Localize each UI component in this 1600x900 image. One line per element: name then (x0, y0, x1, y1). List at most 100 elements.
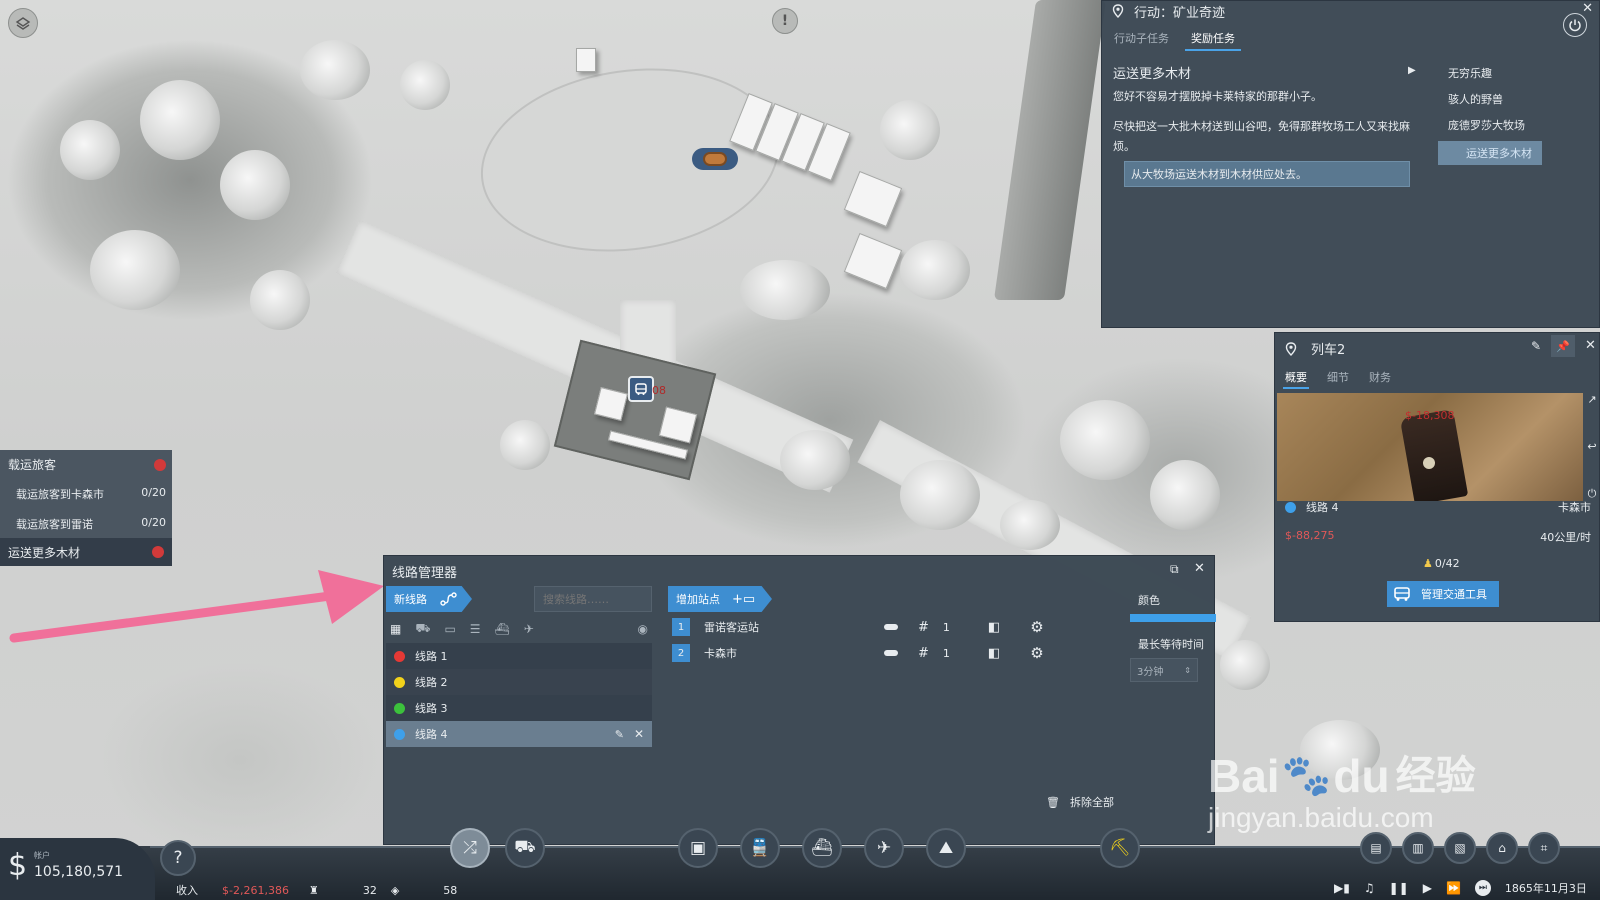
stop-row[interactable]: 2 卡森市 # 1 ◧ ⚙ (672, 641, 1070, 665)
log-cargo-marker[interactable] (692, 148, 738, 170)
line-name: 线路 1 (415, 650, 448, 663)
side-quest-item[interactable]: 无穷乐趣 (1438, 61, 1548, 87)
bus-icon (1394, 587, 1410, 601)
split-view-icon[interactable]: ◧ (988, 620, 1000, 635)
play-icon[interactable]: ▶ (1423, 881, 1432, 895)
vehicle-close-icon[interactable]: ✕ (1585, 338, 1596, 353)
rotate-icon[interactable]: ↗ (1587, 393, 1596, 406)
air-tool-button[interactable]: ✈ (864, 828, 904, 868)
follow-icon[interactable]: ↩ (1587, 440, 1596, 453)
line-list-item[interactable]: 线路 3 (386, 695, 652, 721)
split-view-icon[interactable]: ◧ (988, 646, 1000, 661)
tracker-footer-row[interactable]: 运送更多木材 (0, 538, 172, 566)
vehicle-profit: $-88,275 (1285, 529, 1335, 542)
side-quest-item-selected[interactable]: 运送更多木材 (1438, 141, 1542, 165)
delete-line-icon[interactable]: ✕ (634, 727, 644, 741)
pin-icon: 📌 (1556, 339, 1570, 353)
side-quest-item[interactable]: 庞德罗莎大牧场 (1438, 113, 1548, 139)
vehicle-header: 列车2 (1285, 339, 1345, 358)
airplane-icon: ✈ (876, 838, 892, 858)
stop-handle-icon[interactable] (884, 624, 898, 630)
ranch-yard (468, 49, 792, 271)
edit-pencil-icon[interactable]: ✎ (615, 728, 624, 741)
stop-settings-icon[interactable]: ⚙ (1030, 644, 1043, 662)
map-layers-button[interactable] (8, 8, 38, 38)
max-wait-select[interactable]: 3分钟 ⇕ (1130, 658, 1198, 682)
music-icon[interactable]: ♫ (1364, 881, 1375, 895)
quest-panel-header: 行动：矿业奇迹 (1112, 1, 1225, 21)
search-lines-input[interactable] (543, 593, 643, 606)
snow-tree (220, 150, 290, 220)
tab-details[interactable]: 细节 (1325, 367, 1351, 389)
tab-overview[interactable]: 概要 (1283, 367, 1309, 389)
snow-tree (140, 80, 220, 160)
water-tool-button[interactable]: ⛴ (802, 828, 842, 868)
bulldozer-tool-button[interactable]: ⛏ (1100, 828, 1140, 868)
line-list-item-selected[interactable]: 线路 4 ✎ ✕ (386, 721, 652, 747)
airplane-filter-icon[interactable]: ✈ (524, 622, 534, 636)
line-color-dot (394, 676, 405, 688)
fast-forward-icon[interactable]: ⏩ (1446, 881, 1461, 895)
side-quest-item[interactable]: 骇人的野兽 (1438, 87, 1548, 113)
tracker-remove-icon[interactable] (152, 546, 164, 558)
quest-power-button[interactable] (1563, 13, 1587, 37)
eye-icon[interactable]: ◉ (638, 622, 648, 636)
tram-filter-icon[interactable]: ▭ (444, 622, 455, 636)
shuffle-route-icon: ⤮ (463, 838, 477, 858)
tracker-header-row[interactable]: 载运旅客 (8, 456, 166, 473)
road-vehicle-filter-icon[interactable]: ⛟ (415, 621, 430, 637)
tracker-item-row[interactable]: 载运旅客到雷诺 0/20 (16, 516, 166, 532)
location-pin-icon (1112, 4, 1124, 18)
stop-settings-icon[interactable]: ⚙ (1030, 618, 1043, 636)
vehicle-line-name[interactable]: 线路 4 (1306, 499, 1339, 515)
terrain-tool-button[interactable]: ⛰ (926, 828, 966, 868)
road-tool-button[interactable]: ▣ (678, 828, 718, 868)
map-info-button[interactable]: ! (772, 8, 798, 34)
ship-icon: ⛴ (811, 838, 833, 858)
snow-tree (300, 40, 370, 100)
track-icon[interactable]: # (918, 620, 929, 635)
vehicle-stats-row: $-88,275 40公里/时 (1285, 529, 1591, 545)
quest-close-icon[interactable]: ✕ (1582, 1, 1593, 16)
line-list-item[interactable]: 线路 2 (386, 669, 652, 695)
fastest-icon[interactable]: ⏭ (1474, 880, 1491, 896)
line-manager-tool-button[interactable]: ⤮ (450, 828, 490, 868)
rail-tool-button[interactable]: 🚆 (740, 828, 780, 868)
town-view-button[interactable]: ⌗ (1528, 832, 1560, 864)
line-color-swatch[interactable] (1130, 614, 1216, 622)
pause-icon[interactable]: ❚❚ (1389, 881, 1409, 895)
manage-vehicles-button[interactable]: 管理交通工具 (1387, 581, 1499, 607)
train-icon: 🚆 (749, 838, 771, 858)
tab-bonus-tasks[interactable]: 奖励任务 (1185, 27, 1241, 51)
help-button[interactable]: ? (160, 840, 196, 876)
play-triangle-icon[interactable]: ▶ (1408, 65, 1416, 76)
line-manager-close-icon[interactable]: ✕ (1194, 561, 1205, 576)
power-icon (1569, 19, 1581, 32)
vehicle-manager-tool-button[interactable]: ⛟ (505, 828, 545, 868)
stop-row[interactable]: 1 雷诺客运站 # 1 ◧ ⚙ (672, 615, 1070, 639)
objective-text: 从大牧场运送木材到木材供应处去。 (1131, 168, 1307, 181)
add-stop-button[interactable]: 增加站点 +▭ (668, 586, 772, 612)
track-icon[interactable]: # (918, 646, 929, 661)
ship-filter-icon[interactable]: ⛴ (495, 622, 510, 636)
stop-handle-icon[interactable] (884, 650, 898, 656)
station-marker[interactable] (628, 376, 654, 402)
popout-icon[interactable]: ⧉ (1170, 562, 1179, 577)
tab-finance[interactable]: 财务 (1367, 367, 1393, 389)
tab-subtasks[interactable]: 行动子任务 (1112, 27, 1171, 51)
line-list-item[interactable]: 线路 1 (386, 643, 652, 669)
edit-pencil-icon[interactable]: ✎ (1531, 339, 1541, 353)
line-manager-title: 线路管理器 (392, 566, 458, 581)
new-line-button[interactable]: 新线路 (386, 586, 472, 612)
passenger-station[interactable] (553, 339, 717, 481)
tracker-item-row[interactable]: 载运旅客到卡森市 0/20 (16, 486, 166, 502)
tracker-remove-icon[interactable] (154, 458, 166, 471)
search-lines-box[interactable] (534, 586, 652, 612)
grid-all-icon[interactable]: ▦ (390, 622, 401, 636)
rail-filter-icon[interactable]: ☰ (470, 622, 481, 636)
pin-button[interactable]: 📌 (1551, 335, 1575, 357)
vehicle-camera-view[interactable]: $-18,308 (1277, 393, 1583, 501)
camera-icon[interactable]: ▶▮ (1334, 881, 1350, 895)
delete-all-button[interactable]: 🗑 拆除全部 (1046, 794, 1114, 810)
building (843, 170, 903, 228)
